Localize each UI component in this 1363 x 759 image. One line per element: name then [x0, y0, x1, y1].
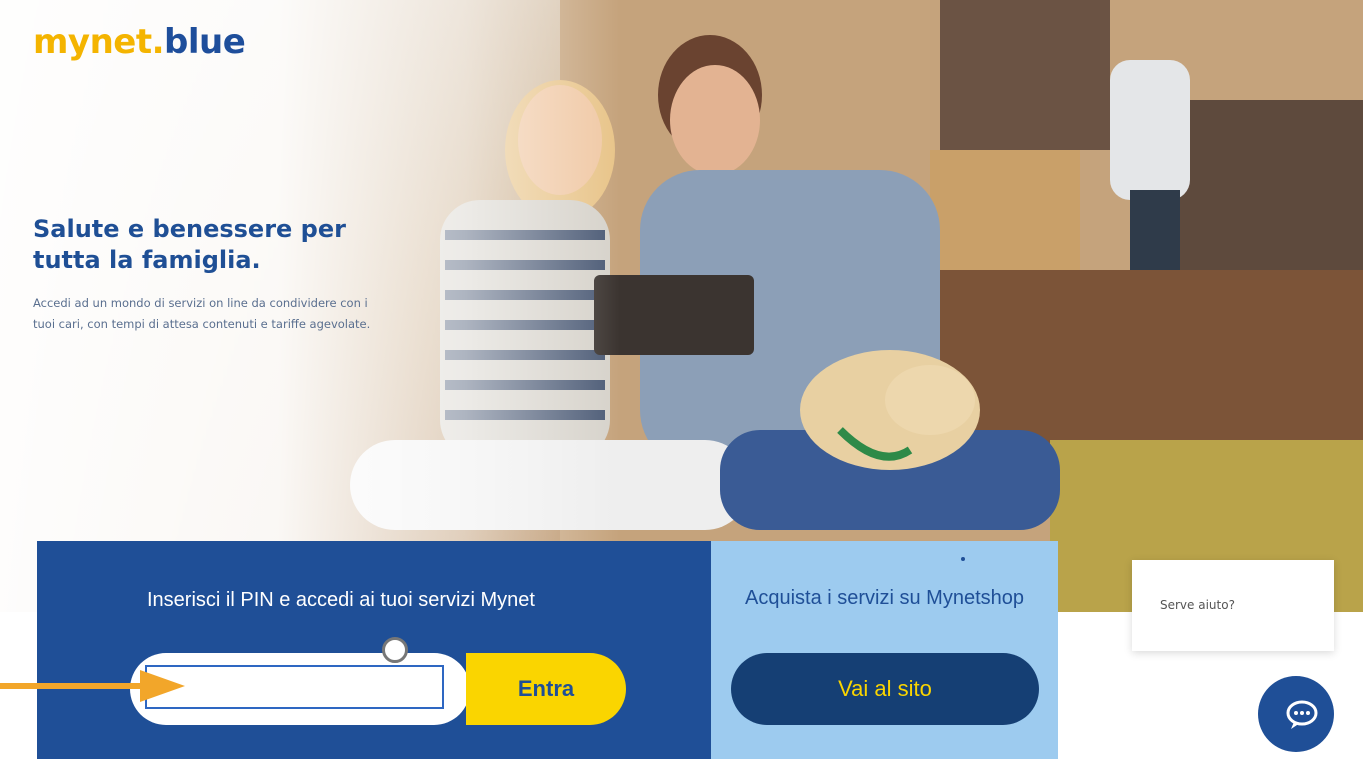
hero-banner: mynet.blue Salute e benessere per tutta …: [0, 0, 1363, 612]
shop-panel: Acquista i servizi su Mynetshop Vai al s…: [711, 541, 1058, 759]
annotation-arrow-icon: [0, 670, 185, 702]
help-popup[interactable]: Serve aiuto?: [1132, 560, 1334, 651]
vai-al-sito-button[interactable]: Vai al sito: [731, 653, 1039, 725]
chat-bubble-icon: [1286, 700, 1318, 729]
help-text: Serve aiuto?: [1160, 598, 1235, 612]
resize-handle-icon[interactable]: [382, 637, 408, 663]
hero-subtext: Accedi ad un mondo di servizi on line da…: [33, 296, 371, 331]
brand-logo[interactable]: mynet.blue: [33, 22, 246, 62]
entra-button[interactable]: Entra: [466, 653, 626, 725]
logo-part-blue: blue: [164, 22, 246, 62]
page: mynet.blue Salute e benessere per tutta …: [0, 0, 1363, 759]
chat-button[interactable]: [1258, 676, 1334, 752]
decorative-dot: [961, 557, 965, 561]
login-title: Inserisci il PIN e accedi ai tuoi serviz…: [147, 589, 535, 611]
shop-title: Acquista i servizi su Mynetshop: [744, 587, 1024, 609]
login-panel: Inserisci il PIN e accedi ai tuoi serviz…: [37, 541, 711, 759]
logo-part-mynet: mynet.: [33, 22, 165, 62]
hero-headline: Salute e benessere per tutta la famiglia…: [33, 215, 346, 274]
